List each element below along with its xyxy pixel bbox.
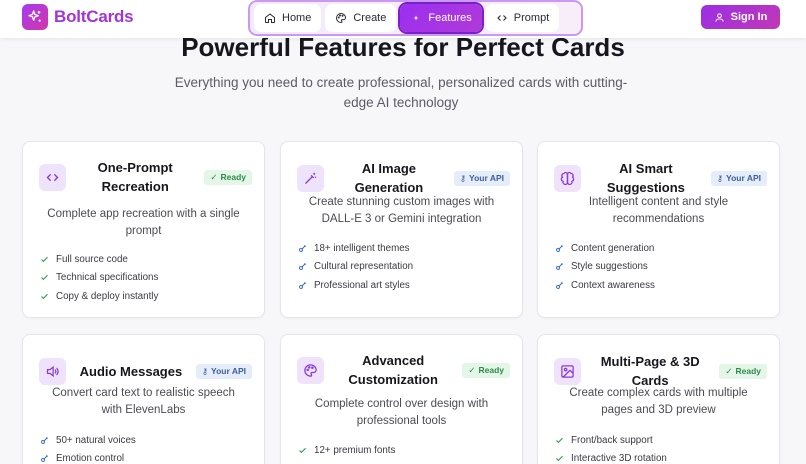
- sign-in-button[interactable]: Sign In: [701, 5, 780, 29]
- card-description: Create stunning custom images with DALL-…: [308, 196, 495, 225]
- status-badge: ✓ Ready: [462, 362, 510, 378]
- feature-list: Full source code Technical specification…: [40, 250, 254, 306]
- nav-item-prompt[interactable]: Prompt: [485, 4, 560, 32]
- badge-label: Ready: [735, 366, 761, 376]
- card-title: Advanced Customization: [348, 353, 438, 387]
- key-icon: [556, 263, 563, 271]
- badge-label: Your API: [726, 173, 761, 183]
- feature-card-one-prompt[interactable]: One-Prompt Recreation ✓ Ready Complete a…: [22, 141, 265, 318]
- feature-list: 50+ natural voices Emotion control: [40, 431, 254, 464]
- card-description: Create complex cards with multiple pages…: [569, 387, 748, 416]
- nav-item-home[interactable]: Home: [254, 4, 322, 32]
- nav-item-create[interactable]: Create: [325, 4, 397, 32]
- brand-name: BoltCards: [54, 7, 134, 26]
- card-description: Complete control over design with profes…: [314, 398, 489, 427]
- palette-icon: [297, 356, 324, 384]
- list-item: Cultural representation: [298, 258, 512, 277]
- feature-list: Front/back support Interactive 3D rotati…: [555, 431, 769, 464]
- status-badge: ⚷ Your API: [195, 363, 252, 379]
- status-badge: ⚷ Your API: [453, 170, 510, 186]
- check-icon: [41, 293, 48, 299]
- key-icon: [41, 455, 48, 463]
- key-icon: [299, 263, 306, 271]
- feature-list: 18+ intelligent themes Cultural represen…: [298, 239, 512, 295]
- feature-list: Content generation Style suggestions Con…: [555, 239, 769, 295]
- key-icon: ⚷: [716, 172, 724, 183]
- key-icon: [299, 245, 306, 252]
- card-title: Audio Messages: [79, 363, 183, 379]
- badge-label: Ready: [220, 172, 246, 182]
- list-item: Style suggestions: [555, 258, 769, 277]
- check-icon: [41, 256, 48, 262]
- brain-icon: [554, 164, 581, 192]
- feature-card-multi-page-3d[interactable]: Multi-Page & 3D Cards ✓ Ready Create com…: [537, 334, 780, 464]
- check-icon: ✓: [210, 171, 218, 182]
- check-icon: [556, 456, 563, 462]
- list-item: 12+ premium fonts: [298, 441, 512, 460]
- magic-wand-icon: [297, 164, 324, 192]
- check-icon: [556, 437, 563, 443]
- main-nav: Home Create Features Prompt: [248, 0, 583, 36]
- list-item: 18+ intelligent themes: [298, 239, 512, 258]
- image-icon: [554, 357, 581, 385]
- feature-card-audio-messages[interactable]: Audio Messages ⚷ Your API Convert card t…: [22, 334, 265, 464]
- check-icon: ✓: [725, 365, 733, 376]
- key-icon: ⚷: [459, 172, 467, 183]
- nav-item-label: Home: [282, 12, 312, 24]
- nav-item-label: Features: [428, 12, 472, 24]
- badge-label: Your API: [469, 173, 504, 183]
- status-badge: ✓ Ready: [719, 363, 767, 379]
- card-description: Convert card text to realistic speech wi…: [52, 387, 235, 416]
- sparkle-icon: [413, 15, 419, 21]
- card-description: Complete app recreation with a single pr…: [47, 208, 240, 237]
- list-item: Front/back support: [555, 431, 769, 450]
- key-icon: [41, 437, 48, 444]
- brand-logo[interactable]: BoltCards: [22, 4, 134, 30]
- nav-item-features[interactable]: Features: [400, 4, 482, 32]
- key-icon: [556, 245, 563, 252]
- feature-card-smart-suggestions[interactable]: AI Smart Suggestions ⚷ Your API Intellig…: [537, 141, 780, 318]
- card-title: AI Image Generation: [354, 161, 424, 195]
- palette-icon: [336, 12, 347, 24]
- key-icon: ⚷: [201, 365, 209, 376]
- top-header: BoltCards Home Create Features Prompt Si…: [0, 0, 806, 38]
- list-item: Copy & deploy instantly: [40, 287, 254, 306]
- key-icon: [299, 282, 306, 289]
- badge-label: Ready: [478, 365, 504, 375]
- list-item: Professional art styles: [298, 276, 512, 295]
- code-icon: [497, 15, 507, 21]
- check-icon: [299, 447, 306, 453]
- key-icon: [556, 282, 563, 289]
- speaker-icon: [39, 357, 66, 385]
- feature-list: 12+ premium fonts: [298, 441, 512, 460]
- status-badge: ⚷ Your API: [710, 170, 767, 186]
- user-icon: [714, 12, 724, 22]
- check-icon: [41, 275, 48, 281]
- code-icon: [39, 163, 66, 191]
- list-item: Content generation: [555, 239, 769, 258]
- list-item: Interactive 3D rotation: [555, 450, 769, 464]
- card-title: One-Prompt Recreation: [97, 160, 173, 194]
- card-description: Intelligent content and style recommenda…: [588, 196, 729, 225]
- feature-card-ai-image[interactable]: AI Image Generation ⚷ Your API Create st…: [280, 141, 523, 318]
- status-badge: ✓ Ready: [204, 169, 252, 185]
- page-subtitle: Everything you need to create profession…: [174, 75, 628, 110]
- list-item: Full source code: [40, 250, 254, 269]
- list-item: Context awareness: [555, 276, 769, 295]
- nav-item-label: Create: [353, 12, 387, 24]
- badge-label: Your API: [211, 366, 246, 376]
- feature-card-advanced-customization[interactable]: Advanced Customization ✓ Ready Complete …: [280, 334, 523, 464]
- list-item: 50+ natural voices: [40, 431, 254, 450]
- check-icon: ✓: [468, 364, 476, 375]
- card-title: AI Smart Suggestions: [606, 161, 685, 195]
- list-item: Emotion control: [40, 450, 254, 464]
- sparkles-icon: [22, 4, 48, 30]
- home-icon: [265, 13, 275, 23]
- list-item: Technical specifications: [40, 269, 254, 288]
- sign-in-label: Sign In: [730, 11, 768, 23]
- nav-item-label: Prompt: [513, 12, 550, 24]
